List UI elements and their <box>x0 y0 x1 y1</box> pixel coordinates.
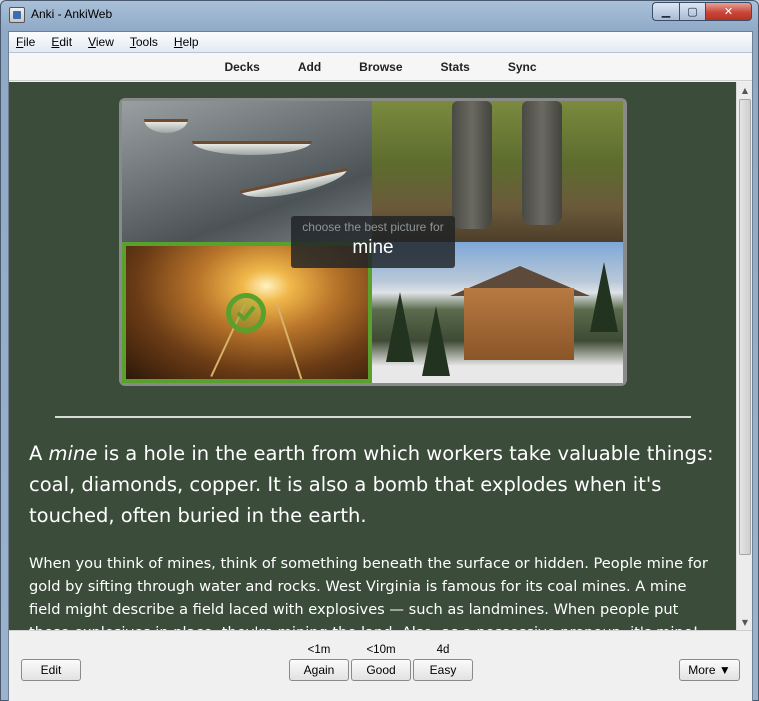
prompt-hint: choose the best picture for <box>302 220 444 234</box>
client-area: File Edit View Tools Help Decks Add Brow… <box>8 31 753 701</box>
scroll-thumb[interactable] <box>739 99 751 555</box>
window-title: Anki - AnkiWeb <box>31 7 113 21</box>
scroll-down-icon[interactable]: ▼ <box>737 614 753 630</box>
minimize-icon: ▁ <box>661 5 671 18</box>
good-button[interactable]: Good <box>351 659 411 681</box>
stats-link[interactable]: Stats <box>422 60 489 74</box>
menu-tools[interactable]: Tools <box>122 35 166 49</box>
menu-help[interactable]: Help <box>166 35 207 49</box>
boot-shape <box>452 101 492 229</box>
interval-label: 4d <box>436 644 450 656</box>
house-shape <box>464 288 574 360</box>
title-bar[interactable]: Anki - AnkiWeb ▁ ▢ ✕ <box>1 1 758 29</box>
interval-label: <1m <box>307 644 331 656</box>
browse-link[interactable]: Browse <box>340 60 421 74</box>
rail-shape <box>276 303 303 379</box>
card-view: choose the best picture for mine A mine … <box>9 82 736 630</box>
interval-label: <10m <box>366 644 396 656</box>
sync-link[interactable]: Sync <box>489 60 556 74</box>
tree-shape <box>590 262 618 332</box>
menu-edit[interactable]: Edit <box>43 35 80 49</box>
menu-file[interactable]: File <box>9 35 43 49</box>
menu-view[interactable]: View <box>80 35 122 49</box>
definition-text: A mine is a hole in the earth from which… <box>29 442 714 527</box>
answer-good: <10m Good <box>351 643 411 681</box>
minimize-button[interactable]: ▁ <box>652 2 679 21</box>
maximize-icon: ▢ <box>687 5 698 18</box>
close-icon: ✕ <box>723 5 734 18</box>
anki-app-icon[interactable] <box>9 7 25 23</box>
explanation-text: When you think of mines, think of someth… <box>29 555 708 630</box>
answer-again: <1m Again <box>289 643 349 681</box>
main-toolbar: Decks Add Browse Stats Sync <box>9 53 752 81</box>
edit-button[interactable]: Edit <box>21 659 81 681</box>
boat-shape <box>144 119 188 133</box>
add-link[interactable]: Add <box>279 60 340 74</box>
tree-shape <box>422 306 450 376</box>
answer-easy: 4d Easy <box>413 643 473 681</box>
boat-shape <box>192 141 312 155</box>
scroll-up-icon[interactable]: ▲ <box>737 82 753 98</box>
easy-button[interactable]: Easy <box>413 659 473 681</box>
tree-shape <box>386 292 414 362</box>
vertical-scrollbar[interactable]: ▲ ▼ <box>736 82 752 630</box>
answer-divider <box>55 416 691 418</box>
prompt-overlay: choose the best picture for mine <box>291 216 455 268</box>
decks-link[interactable]: Decks <box>205 60 278 74</box>
boot-shape <box>522 101 562 225</box>
close-button[interactable]: ✕ <box>706 2 752 21</box>
again-button[interactable]: Again <box>289 659 349 681</box>
maximize-button[interactable]: ▢ <box>679 2 706 21</box>
answer-bar: Edit <1m Again <10m Good 4d Easy More ▼ <box>9 630 752 701</box>
selected-check-icon <box>226 293 266 333</box>
app-window: Anki - AnkiWeb ▁ ▢ ✕ File Edit View Tool… <box>0 0 759 701</box>
more-button[interactable]: More ▼ <box>679 659 740 681</box>
definition-word: mine <box>48 442 98 465</box>
menu-bar: File Edit View Tools Help <box>9 32 752 53</box>
window-controls: ▁ ▢ ✕ <box>652 2 752 21</box>
prompt-word: mine <box>352 237 394 258</box>
boat-shape <box>239 167 351 205</box>
